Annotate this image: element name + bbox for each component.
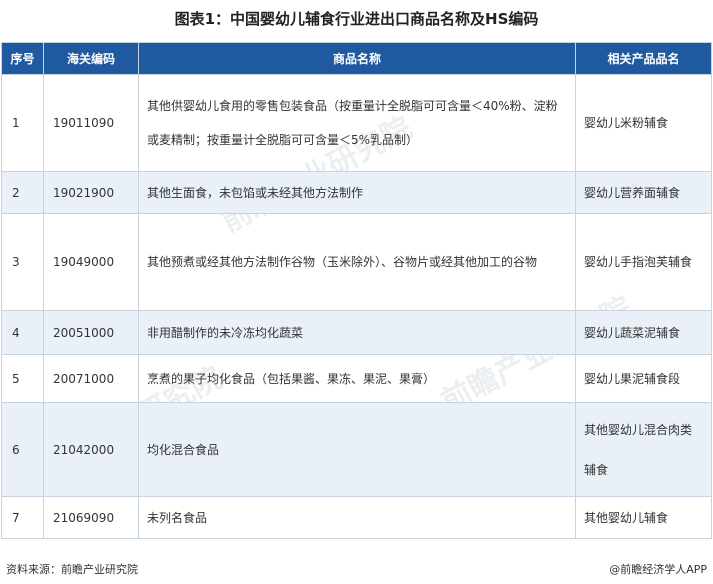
row-name: 非用醋制作的未冷冻均化蔬菜 — [138, 310, 576, 355]
table-row: 7 21069090 未列名食品 其他婴幼儿辅食 — [1, 496, 712, 539]
row-index: 4 — [1, 310, 44, 355]
header-name: 商品名称 — [138, 42, 576, 75]
row-index: 3 — [1, 213, 44, 311]
row-name: 未列名食品 — [138, 496, 576, 539]
brand-label: @前瞻经济学人APP — [609, 563, 707, 576]
row-product: 其他婴幼儿混合肉类辅食 — [575, 402, 712, 497]
row-name: 均化混合食品 — [138, 402, 576, 497]
row-index: 7 — [1, 496, 44, 539]
row-code: 20051000 — [43, 310, 139, 355]
row-product: 婴幼儿蔬菜泥辅食 — [575, 310, 712, 355]
header-code: 海关编码 — [43, 42, 139, 75]
table-row: 6 21042000 均化混合食品 其他婴幼儿混合肉类辅食 — [1, 402, 712, 497]
hs-code-table: 序号 海关编码 商品名称 相关产品品名 1 19011090 其他供婴幼儿食用的… — [1, 42, 712, 539]
row-product: 婴幼儿营养面辅食 — [575, 171, 712, 214]
row-index: 1 — [1, 74, 44, 172]
row-code: 21069090 — [43, 496, 139, 539]
row-product: 婴幼儿米粉辅食 — [575, 74, 712, 172]
brand-credit: @前瞻经济学人APP — [607, 561, 707, 577]
row-name: 其他预煮或经其他方法制作谷物（玉米除外）、谷物片或经其他加工的谷物 — [138, 213, 576, 311]
row-code: 21042000 — [43, 402, 139, 497]
row-code: 19021900 — [43, 171, 139, 214]
header-index: 序号 — [1, 42, 44, 75]
row-index: 2 — [1, 171, 44, 214]
row-product: 婴幼儿果泥辅食段 — [575, 354, 712, 403]
header-product: 相关产品品名 — [575, 42, 712, 75]
table-row: 4 20051000 非用醋制作的未冷冻均化蔬菜 婴幼儿蔬菜泥辅食 — [1, 310, 712, 355]
row-product: 婴幼儿手指泡芙辅食 — [575, 213, 712, 311]
table-header-row: 序号 海关编码 商品名称 相关产品品名 — [1, 42, 712, 75]
row-name: 烹煮的果子均化食品（包括果酱、果冻、果泥、果膏） — [138, 354, 576, 403]
row-index: 6 — [1, 402, 44, 497]
row-name: 其他供婴幼儿食用的零售包装食品（按重量计全脱脂可可含量＜40%粉、淀粉或麦精制；… — [138, 74, 576, 172]
row-code: 20071000 — [43, 354, 139, 403]
row-index: 5 — [1, 354, 44, 403]
row-product: 其他婴幼儿辅食 — [575, 496, 712, 539]
table-row: 5 20071000 烹煮的果子均化食品（包括果酱、果冻、果泥、果膏） 婴幼儿果… — [1, 354, 712, 403]
table-row: 3 19049000 其他预煮或经其他方法制作谷物（玉米除外）、谷物片或经其他加… — [1, 213, 712, 311]
source-note: 资料来源：前瞻产业研究院 — [6, 563, 138, 576]
table-row: 1 19011090 其他供婴幼儿食用的零售包装食品（按重量计全脱脂可可含量＜4… — [1, 74, 712, 172]
row-name: 其他生面食，未包馅或未经其他方法制作 — [138, 171, 576, 214]
table-row: 2 19021900 其他生面食，未包馅或未经其他方法制作 婴幼儿营养面辅食 — [1, 171, 712, 214]
row-code: 19049000 — [43, 213, 139, 311]
table-title: 图表1：中国婴幼儿辅食行业进出口商品名称及HS编码 — [174, 10, 539, 28]
row-code: 19011090 — [43, 74, 139, 172]
